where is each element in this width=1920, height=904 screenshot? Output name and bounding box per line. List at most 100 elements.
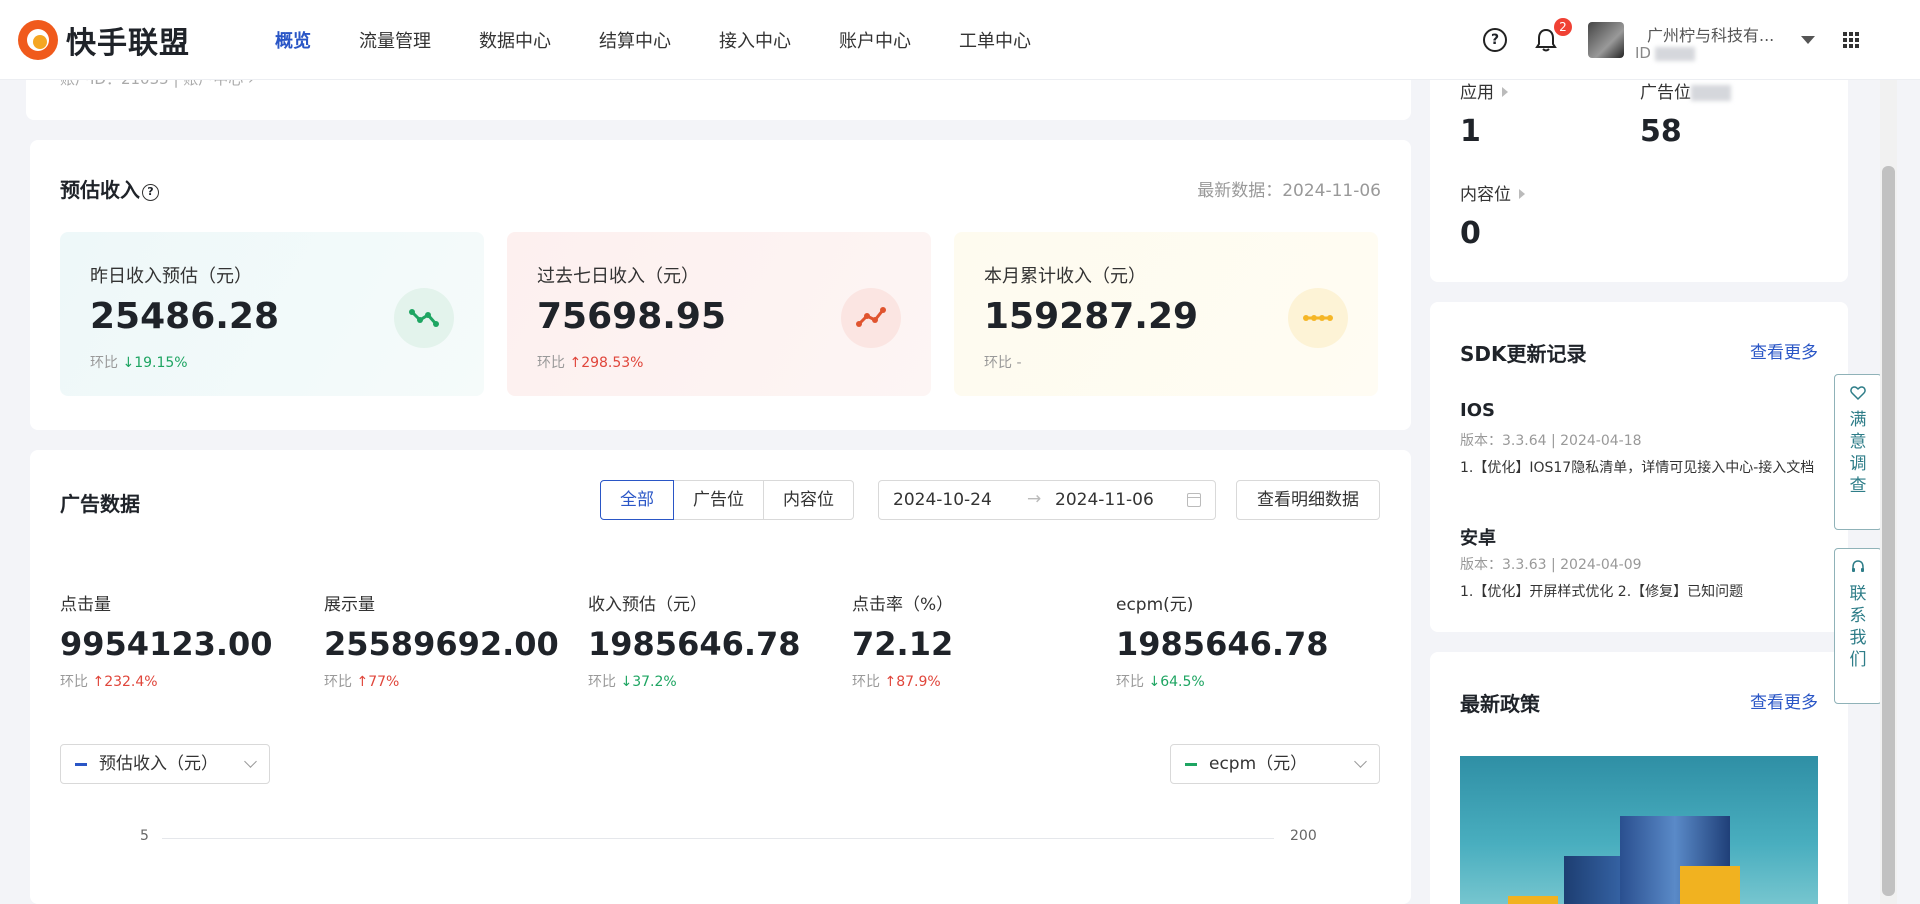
metric-label: 点击率（%） bbox=[852, 595, 954, 615]
metric-label: 展示量 bbox=[324, 595, 375, 615]
kpi-yesterday: 昨日收入预估（元） 25486.28 环比 ↓19.15% bbox=[60, 232, 484, 396]
header-actions: ? 2 广州柠与科技有... ID bbox=[1480, 0, 1920, 80]
kpi-value: 25486.28 bbox=[90, 296, 280, 337]
series-marker bbox=[1185, 763, 1197, 766]
metric-label: 收入预估（元） bbox=[588, 595, 707, 615]
nav-account[interactable]: 账户中心 bbox=[839, 27, 911, 53]
chevron-down-icon bbox=[244, 755, 257, 768]
question-icon[interactable]: ? bbox=[142, 184, 159, 201]
policy-view-more-link[interactable]: 查看更多 bbox=[1750, 688, 1818, 713]
nav-settlement[interactable]: 结算中心 bbox=[599, 27, 671, 53]
bell-icon[interactable] bbox=[1535, 28, 1557, 52]
ad-type-tabs: 全部 广告位 内容位 bbox=[600, 480, 854, 520]
kpi-compare: 环比 ↓19.15% bbox=[90, 355, 188, 371]
policy-banner-image[interactable] bbox=[1460, 756, 1818, 904]
kuaishou-logo-icon bbox=[18, 20, 58, 60]
logo[interactable]: 快手联盟 bbox=[18, 18, 190, 62]
trend-up-icon bbox=[841, 288, 901, 348]
stat-app-link[interactable]: 应用 bbox=[1460, 78, 1508, 103]
page-scrollbar[interactable] bbox=[1880, 80, 1897, 904]
tab-content-slot[interactable]: 内容位 bbox=[763, 480, 854, 520]
sdk-title: SDK更新记录 bbox=[1460, 342, 1587, 366]
nav-tickets[interactable]: 工单中心 bbox=[959, 27, 1031, 53]
metric-ecpm: ecpm(元) 1985646.78 环比 ↓64.5% bbox=[1116, 590, 1329, 691]
left-metric-select[interactable]: 预估收入（元） bbox=[60, 744, 270, 784]
sdk-android-version: 版本：3.3.63 | 2024-04-09 bbox=[1460, 557, 1642, 573]
avatar[interactable] bbox=[1588, 22, 1624, 58]
metric-compare: 环比 ↓64.5% bbox=[1116, 674, 1205, 690]
survey-label: 满意调查 bbox=[1849, 410, 1867, 496]
heart-icon bbox=[1850, 386, 1866, 401]
logo-text: 快手联盟 bbox=[66, 26, 190, 61]
nav-overview[interactable]: 概览 bbox=[275, 27, 311, 53]
survey-float-button[interactable]: 满意调查 bbox=[1834, 374, 1882, 530]
contact-float-button[interactable]: 联系我们 bbox=[1834, 548, 1882, 704]
kpi-month-total: 本月累计收入（元） 159287.29 环比 - bbox=[954, 232, 1378, 396]
date-range-picker[interactable]: 2024-10-24 → 2024-11-06 bbox=[878, 480, 1216, 520]
sdk-view-more-link[interactable]: 查看更多 bbox=[1750, 338, 1818, 363]
tab-all[interactable]: 全部 bbox=[600, 480, 674, 520]
notification-badge: 2 bbox=[1554, 18, 1572, 36]
contact-label: 联系我们 bbox=[1849, 584, 1867, 670]
metric-label: ecpm(元) bbox=[1116, 595, 1194, 615]
kpi-last-seven-days: 过去七日收入（元） 75698.95 环比 ↑298.53% bbox=[507, 232, 931, 396]
stat-ad-slot-link[interactable]: 广告位 bbox=[1640, 78, 1731, 103]
resource-stats-card: 应用 1 广告位 58 内容位 0 bbox=[1430, 62, 1848, 282]
chart-gridline bbox=[162, 838, 1274, 839]
chevron-down-icon bbox=[1354, 755, 1367, 768]
headset-icon bbox=[1852, 560, 1864, 572]
income-title: 预估收入? bbox=[60, 174, 159, 203]
metric-value: 9954123.00 bbox=[60, 625, 273, 663]
metric-revenue: 收入预估（元） 1985646.78 环比 ↓37.2% bbox=[588, 590, 801, 691]
arrow-right-icon: → bbox=[1027, 489, 1042, 509]
metric-compare: 环比 ↓37.2% bbox=[588, 674, 677, 690]
kpi-value: 159287.29 bbox=[984, 296, 1199, 337]
series-marker bbox=[75, 763, 87, 766]
apps-grid-icon[interactable] bbox=[1843, 32, 1859, 48]
metric-value: 25589692.00 bbox=[324, 625, 559, 663]
calendar-icon[interactable] bbox=[1187, 493, 1201, 507]
kpi-compare: 环比 ↑298.53% bbox=[537, 355, 644, 371]
left-axis-tick: 5 bbox=[140, 828, 149, 844]
view-detail-button[interactable]: 查看明细数据 bbox=[1236, 480, 1380, 520]
sdk-ios-desc[interactable]: 1.【优化】IOS17隐私清单，详情可见接入中心-接入文档 bbox=[1460, 456, 1820, 480]
metric-value: 1985646.78 bbox=[588, 625, 801, 663]
nav-data-center[interactable]: 数据中心 bbox=[479, 27, 551, 53]
stat-ad-slot-value: 58 bbox=[1640, 114, 1682, 149]
latest-policy-card: 最新政策 查看更多 bbox=[1430, 652, 1848, 904]
right-axis-tick: 200 bbox=[1290, 828, 1317, 844]
account-dropdown-icon[interactable] bbox=[1801, 36, 1815, 44]
metric-value: 1985646.78 bbox=[1116, 625, 1329, 663]
sdk-android-name: 安卓 bbox=[1460, 528, 1496, 549]
date-start[interactable]: 2024-10-24 bbox=[893, 490, 992, 510]
nav-integration[interactable]: 接入中心 bbox=[719, 27, 791, 53]
ad-data-title: 广告数据 bbox=[60, 492, 140, 516]
latest-data-date: 最新数据：2024-11-06 bbox=[1197, 181, 1381, 201]
kpi-value: 75698.95 bbox=[537, 296, 727, 337]
ad-data-card: 广告数据 全部 广告位 内容位 2024-10-24 → 2024-11-06 … bbox=[30, 450, 1411, 904]
sdk-updates-card: SDK更新记录 查看更多 IOS 版本：3.3.64 | 2024-04-18 … bbox=[1430, 302, 1848, 632]
user-id: ID bbox=[1635, 44, 1695, 62]
caret-right-icon bbox=[1519, 189, 1525, 199]
stat-content-slot-link[interactable]: 内容位 bbox=[1460, 180, 1525, 205]
nav-traffic[interactable]: 流量管理 bbox=[359, 27, 431, 53]
policy-title: 最新政策 bbox=[1460, 692, 1540, 716]
metric-compare: 环比 ↑77% bbox=[324, 674, 400, 690]
sdk-ios-version: 版本：3.3.64 | 2024-04-18 bbox=[1460, 433, 1642, 449]
metric-label: 点击量 bbox=[60, 595, 111, 615]
kpi-compare: 环比 - bbox=[984, 355, 1022, 371]
company-name: 广州柠与科技有... bbox=[1647, 26, 1775, 45]
sdk-android-desc[interactable]: 1.【优化】开屏样式优化 2.【修复】已知问题 bbox=[1460, 580, 1820, 604]
metric-clicks: 点击量 9954123.00 环比 ↑232.4% bbox=[60, 590, 273, 691]
main-nav: 概览 流量管理 数据中心 结算中心 接入中心 账户中心 工单中心 bbox=[275, 0, 1079, 80]
trend-flat-icon bbox=[1288, 288, 1348, 348]
select-value: 预估收入（元） bbox=[99, 754, 218, 774]
estimated-income-card: 预估收入? 最新数据：2024-11-06 昨日收入预估（元） 25486.28… bbox=[30, 140, 1411, 430]
metric-compare: 环比 ↑87.9% bbox=[852, 674, 941, 690]
right-metric-select[interactable]: ecpm（元） bbox=[1170, 744, 1380, 784]
help-icon[interactable]: ? bbox=[1483, 28, 1507, 52]
scrollbar-thumb[interactable] bbox=[1882, 166, 1895, 896]
date-end[interactable]: 2024-11-06 bbox=[1055, 490, 1154, 510]
tab-ad-slot[interactable]: 广告位 bbox=[673, 480, 764, 520]
metric-impressions: 展示量 25589692.00 环比 ↑77% bbox=[324, 590, 559, 691]
